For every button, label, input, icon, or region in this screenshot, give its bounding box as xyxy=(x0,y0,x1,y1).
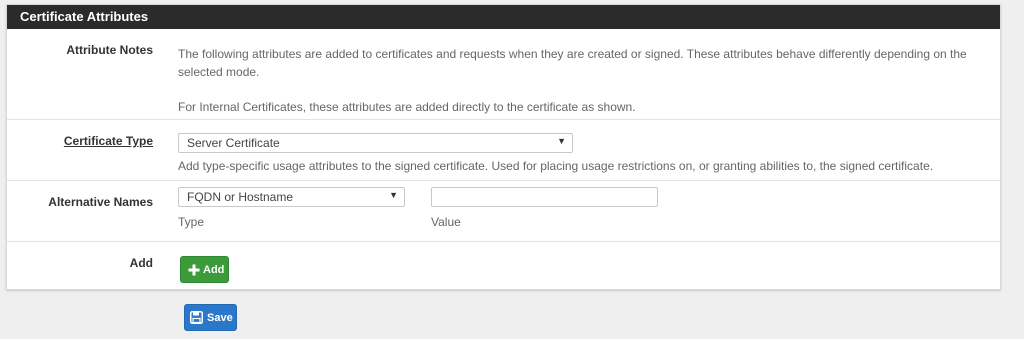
add-row: Add Add xyxy=(7,242,1000,289)
alt-name-type-value: FQDN or Hostname xyxy=(178,187,405,207)
save-button[interactable]: Save xyxy=(184,304,237,331)
plus-icon xyxy=(188,264,200,276)
certificate-type-help: Add type-specific usage attributes to th… xyxy=(178,159,934,173)
panel-title: Certificate Attributes xyxy=(7,5,1000,29)
save-icon xyxy=(190,311,203,324)
alternative-names-row: Alternative Names FQDN or Hostname ▼ Typ… xyxy=(7,181,1000,242)
add-button-label: Add xyxy=(203,264,225,276)
attribute-notes-internal-text: For Internal Certificates, these attribu… xyxy=(178,100,636,114)
certificate-type-select[interactable]: Server Certificate ▼ xyxy=(178,133,573,153)
certificate-type-row: Certificate Type Server Certificate ▼ Ad… xyxy=(7,120,1000,181)
alternative-names-label: Alternative Names xyxy=(48,195,153,209)
attribute-notes-label: Attribute Notes xyxy=(66,43,153,57)
alt-name-value-input[interactable] xyxy=(431,187,658,207)
alt-name-type-caption: Type xyxy=(178,215,205,229)
certificate-attributes-panel: Certificate Attributes Attribute Notes T… xyxy=(6,4,1001,290)
add-button[interactable]: Add xyxy=(180,256,229,283)
certificate-type-label: Certificate Type xyxy=(63,134,153,148)
attribute-notes-row: Attribute Notes The following attributes… xyxy=(7,29,1000,120)
save-button-label: Save xyxy=(207,312,233,324)
alt-name-value-caption: Value xyxy=(431,215,461,229)
certificate-type-value: Server Certificate xyxy=(178,133,573,153)
alt-name-type-select[interactable]: FQDN or Hostname ▼ xyxy=(178,187,405,207)
attribute-notes-text: The following attributes are added to ce… xyxy=(178,47,967,79)
add-label: Add xyxy=(129,256,153,270)
